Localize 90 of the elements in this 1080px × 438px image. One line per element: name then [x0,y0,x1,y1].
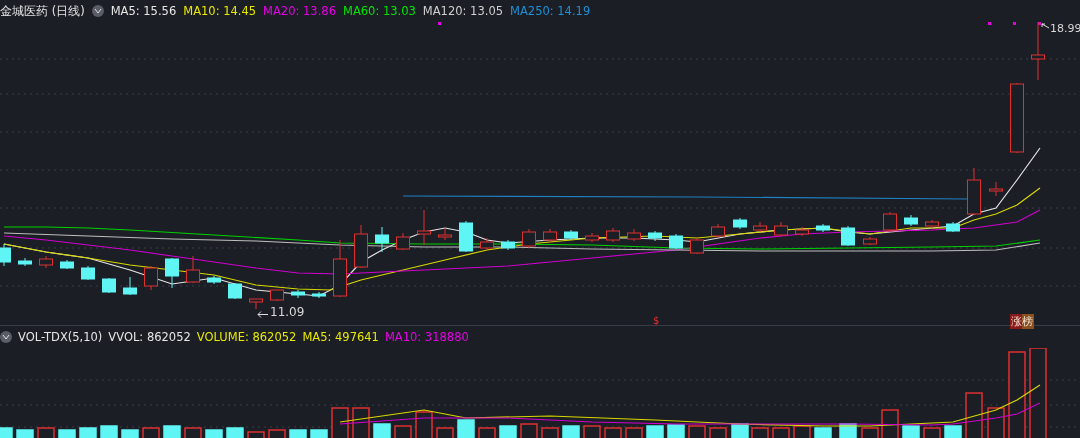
arrow-icon [1041,23,1050,29]
candlestick [904,214,918,227]
candlestick [669,233,683,250]
candlestick [207,275,221,285]
volume-bar [0,427,13,438]
stock-title: 金城医药 (日线) [0,3,85,19]
candlestick [883,211,897,233]
volume-bar [16,429,34,438]
indicator-label: VOLUME: 862052 [196,330,297,344]
candlestick [925,219,939,229]
volume-bar [289,429,307,438]
volume-bar [163,425,181,438]
candlestick [585,232,599,243]
indicator-label: MA10: 14.45 [183,4,257,18]
candlestick [564,229,578,241]
candlestick [123,276,137,296]
indicator-label: VVOL: 862052 [108,330,191,344]
volume-bar [562,425,580,438]
volume-bar [902,425,920,438]
candlestick [312,291,326,299]
candlestick [774,221,788,237]
candlestick [39,255,53,269]
candlestick [522,228,536,249]
candlestick [18,257,32,267]
candlestick [733,217,747,230]
indicator-label: MA120: 13.05 [422,4,504,18]
volume-bar [814,427,832,438]
volume-bar [944,425,962,438]
candlestick [1010,82,1024,154]
candlestick [711,223,725,239]
indicator-label: MA10: 318880 [384,330,469,344]
indicator-label: MA20: 13.86 [263,4,336,18]
candlestick [375,226,389,253]
high-price-label: 18.99 [1050,22,1080,35]
candlestick [753,221,767,233]
volume-bar [373,423,391,438]
candlestick [795,226,809,237]
indicator-label: MA5: 497641 [302,330,379,344]
volume-bar [646,425,664,438]
collapse-icon[interactable] [91,5,104,17]
volume-bar [499,425,517,438]
candlestick [438,227,452,241]
volume-bar [667,424,685,438]
candlestick [863,236,877,246]
candlestick [648,230,662,242]
candlestick [60,259,74,270]
low-price-label: 11.09 [270,305,305,319]
arrow-icon [257,311,269,318]
candlestick [81,265,95,281]
indicator-label: VOL-TDX(5,10) [18,330,103,344]
candlestick [690,237,704,255]
candlestick [543,228,557,243]
indicator-label: MA5: 15.56 [110,4,177,18]
indicator-label: MA250: 14.19 [510,4,591,18]
rank-badge: 涨榜 [1010,314,1034,329]
candlestick [396,232,410,251]
candlestick [417,209,431,246]
candlestick [946,221,960,233]
candlestick [459,220,473,253]
candlestick [606,227,620,243]
candlestick [816,223,830,233]
candlestick [333,239,347,298]
candlestick [144,265,158,291]
indicator-label: MA60: 13.03 [342,4,416,18]
volume-bar [100,425,118,438]
volume-bar [457,419,475,438]
volume-bar [310,429,328,438]
volume-bar [79,427,97,438]
candlestick [291,289,305,299]
candlestick [165,257,179,289]
candlestick [967,167,981,216]
candlestick [0,243,11,267]
volume-bar [205,429,223,438]
candlestick [270,289,284,302]
volume-bar [226,427,244,438]
candlestick [228,282,242,300]
collapse-icon[interactable] [0,331,12,343]
candlestick [989,181,1003,197]
event-marker: $ [653,315,660,326]
candlestick [1031,22,1045,81]
volume-bar [58,429,76,438]
candlestick [841,225,855,247]
candlestick [249,298,263,310]
candlestick [501,239,515,251]
candlestick [627,228,641,242]
candlestick [186,255,200,284]
candlestick [354,224,368,269]
candlestick [102,277,116,294]
volume-bar [121,429,139,438]
candlestick [480,237,494,251]
